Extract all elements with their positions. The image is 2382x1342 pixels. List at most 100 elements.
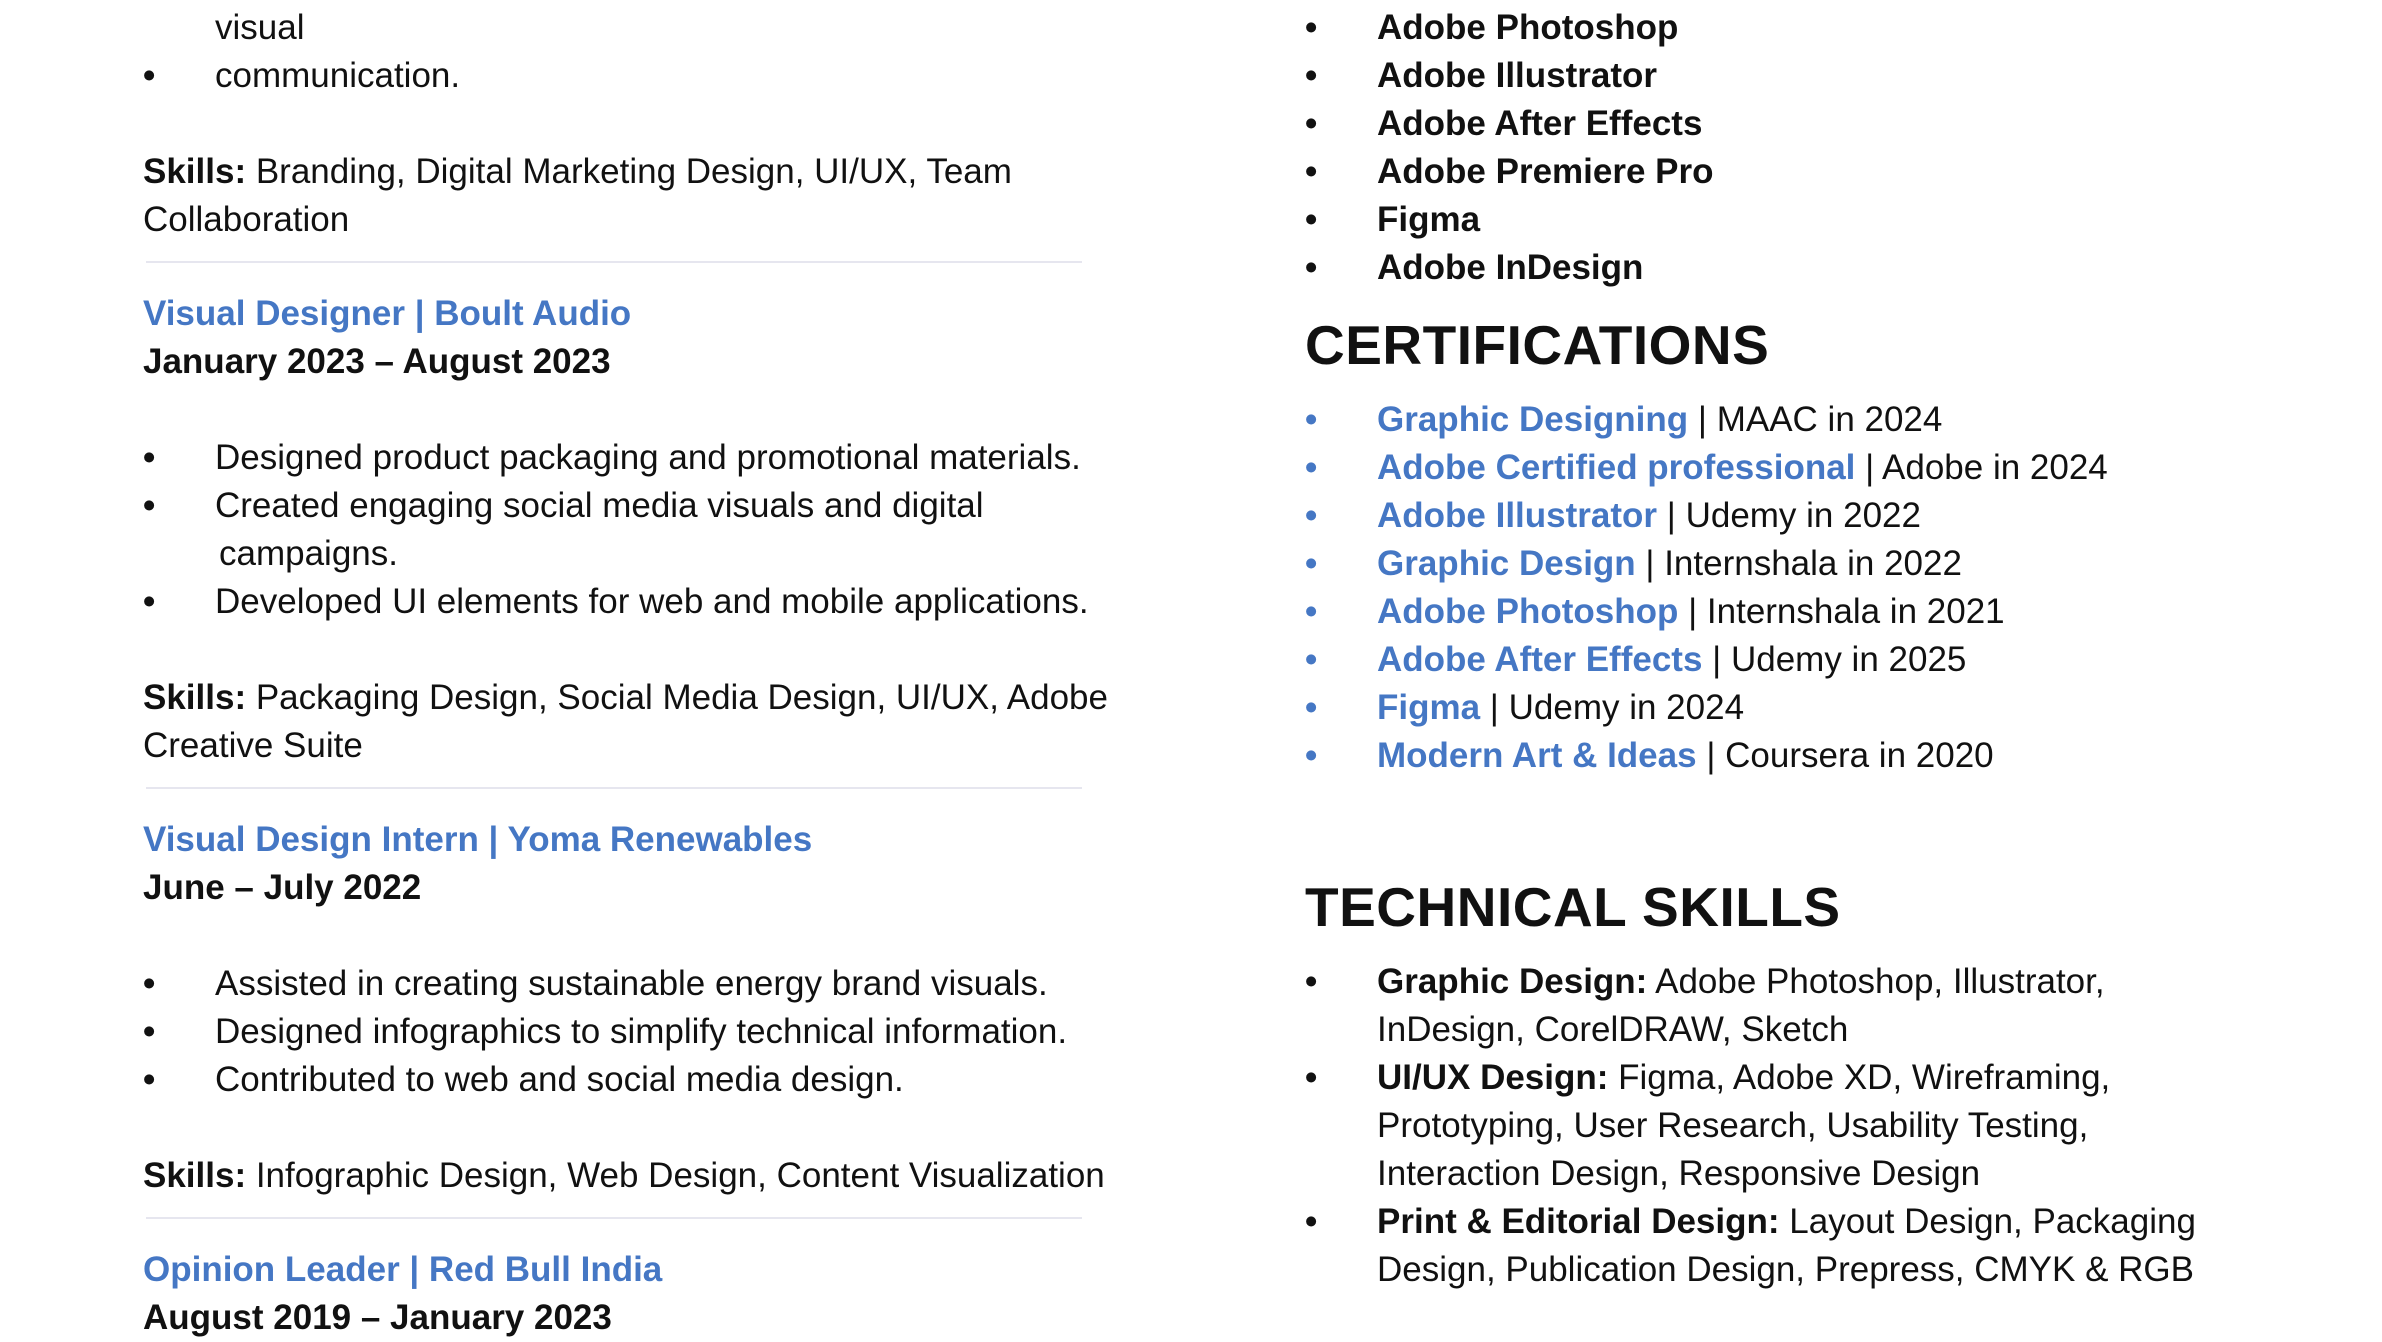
certification-detail: | Udemy in 2024	[1480, 688, 1745, 727]
bullet-icon: •	[1305, 248, 1318, 287]
divider	[146, 261, 1082, 263]
certification-link[interactable]: Adobe After Effects	[1377, 640, 1702, 679]
section-heading-technical-skills: TECHNICAL SKILLS	[1305, 876, 1841, 938]
bullet-text: communication.	[215, 56, 461, 95]
bullet-icon: •	[1305, 56, 1318, 95]
skills-line: Skills: Infographic Design, Web Design, …	[143, 1152, 1143, 1200]
software-name: Adobe After Effects	[1377, 104, 1703, 143]
bullet-continuation: visual	[215, 8, 305, 47]
bullet-text: Designed infographics to simplify techni…	[215, 1012, 1068, 1051]
bullet-item: • Contributed to web and social media des…	[143, 1056, 1143, 1104]
job-title: Visual Designer | Boult Audio	[143, 294, 632, 333]
bullet-text: Assisted in creating sustainable energy …	[215, 964, 1048, 1003]
certification-item: • Adobe Photoshop | Internshala in 2021	[1305, 588, 2265, 636]
certification-link[interactable]: Graphic Designing	[1377, 400, 1688, 439]
bullet-text: Contributed to web and social media desi…	[215, 1060, 904, 1099]
bullet-item: • Assisted in creating sustainable energy…	[143, 960, 1143, 1008]
technical-skill-item: • UI/UX Design: Figma, Adobe XD, Wirefram…	[1305, 1054, 2265, 1102]
technical-skills-list: • Graphic Design: Adobe Photoshop, Illust…	[1305, 958, 2265, 1294]
bullet-icon: •	[1305, 400, 1318, 439]
certification-item: • Graphic Designing | MAAC in 2024	[1305, 396, 2265, 444]
technical-skill-item: • Graphic Design: Adobe Photoshop, Illust…	[1305, 958, 2265, 1006]
divider	[146, 1217, 1082, 1219]
certification-item: • Adobe After Effects | Udemy in 2025	[1305, 636, 2265, 684]
bullet-icon: •	[1305, 200, 1318, 239]
skills-text: Infographic Design, Web Design, Content …	[246, 1156, 1105, 1195]
skill-text: Figma, Adobe XD, Wireframing,	[1608, 1058, 2111, 1097]
bullet-icon: •	[1305, 736, 1318, 775]
certification-link[interactable]: Graphic Design	[1377, 544, 1636, 583]
software-name: Adobe Illustrator	[1377, 56, 1658, 95]
experience-column: visual • communication. Skills: Branding,…	[143, 0, 1143, 1342]
software-item: • Adobe Photoshop	[1305, 4, 2265, 52]
bullet-icon: •	[143, 1060, 156, 1099]
certification-link[interactable]: Adobe Photoshop	[1377, 592, 1678, 631]
bullet-item: • communication.	[143, 52, 1143, 100]
skill-label: Print & Editorial Design:	[1377, 1202, 1780, 1241]
software-name: Adobe Premiere Pro	[1377, 152, 1714, 191]
certification-link[interactable]: Figma	[1377, 688, 1480, 727]
bullet-icon: •	[143, 56, 156, 95]
bullet-item: • Created engaging social media visuals a…	[143, 482, 1143, 530]
bullet-icon: •	[143, 964, 156, 1003]
bullet-item: • Designed product packaging and promotio…	[143, 434, 1143, 482]
skill-continuation: Prototyping, User Research, Usability Te…	[1377, 1106, 2089, 1145]
software-item: • Adobe InDesign	[1305, 244, 2265, 292]
software-item: • Adobe Illustrator	[1305, 52, 2265, 100]
certification-item: • Adobe Certified professional | Adobe in…	[1305, 444, 2265, 492]
bullet-icon: •	[143, 438, 156, 477]
bullet-item: • Developed UI elements for web and mobil…	[143, 578, 1143, 626]
skills-label: Skills:	[143, 1156, 247, 1195]
software-item: • Figma	[1305, 196, 2265, 244]
bullet-icon: •	[1305, 496, 1318, 535]
job-date: January 2023 – August 2023	[143, 342, 611, 381]
job-title: Opinion Leader | Red Bull India	[143, 1250, 663, 1289]
certification-detail: | Internshala in 2022	[1635, 544, 1962, 583]
certification-item: • Modern Art & Ideas | Coursera in 2020	[1305, 732, 2265, 780]
bullet-icon: •	[1305, 544, 1318, 583]
software-name: Figma	[1377, 200, 1481, 239]
skills-column: • Adobe Photoshop • Adobe Illustrator • Ado…	[1305, 0, 2265, 1294]
skills-label: Skills:	[143, 152, 247, 191]
software-item: • Adobe Premiere Pro	[1305, 148, 2265, 196]
software-item: • Adobe After Effects	[1305, 100, 2265, 148]
certification-detail: | Internshala in 2021	[1678, 592, 2005, 631]
bullet-icon: •	[1305, 8, 1318, 47]
bullet-icon: •	[1305, 688, 1318, 727]
skills-continuation: Creative Suite	[143, 726, 363, 765]
bullet-text: Created engaging social media visuals an…	[215, 486, 984, 525]
technical-skill-item: • Print & Editorial Design: Layout Design…	[1305, 1198, 2265, 1246]
certification-link[interactable]: Modern Art & Ideas	[1377, 736, 1697, 775]
certification-item: • Graphic Design | Internshala in 2022	[1305, 540, 2265, 588]
software-list: • Adobe Photoshop • Adobe Illustrator • Ado…	[1305, 4, 2265, 292]
bullet-icon: •	[143, 1012, 156, 1051]
skill-continuation: Interaction Design, Responsive Design	[1377, 1154, 1981, 1193]
skill-label: Graphic Design:	[1377, 962, 1648, 1001]
job-title: Visual Design Intern | Yoma Renewables	[143, 820, 813, 859]
certifications-list: • Graphic Designing | MAAC in 2024 • Adobe…	[1305, 396, 2265, 780]
bullet-icon: •	[1305, 104, 1318, 143]
skills-line: Skills: Branding, Digital Marketing Desi…	[143, 148, 1143, 196]
software-name: Adobe Photoshop	[1377, 8, 1679, 47]
software-name: Adobe InDesign	[1377, 248, 1644, 287]
skills-text: Packaging Design, Social Media Design, U…	[246, 678, 1108, 717]
skill-continuation: InDesign, CorelDRAW, Sketch	[1377, 1010, 1849, 1049]
divider	[146, 787, 1082, 789]
skill-text: Layout Design, Packaging	[1779, 1202, 2196, 1241]
certification-detail: | Udemy in 2025	[1702, 640, 1967, 679]
bullet-icon: •	[143, 582, 156, 621]
skill-continuation: Design, Publication Design, Prepress, CM…	[1377, 1250, 2194, 1289]
certification-item: • Figma | Udemy in 2024	[1305, 684, 2265, 732]
certification-detail: | Adobe in 2024	[1855, 448, 2108, 487]
bullet-icon: •	[1305, 1058, 1318, 1097]
bullet-icon: •	[1305, 152, 1318, 191]
certification-link[interactable]: Adobe Certified professional	[1377, 448, 1855, 487]
skills-label: Skills:	[143, 678, 247, 717]
certification-link[interactable]: Adobe Illustrator	[1377, 496, 1657, 535]
bullet-icon: •	[1305, 962, 1318, 1001]
bullet-item: • Designed infographics to simplify techn…	[143, 1008, 1143, 1056]
skill-label: UI/UX Design:	[1377, 1058, 1609, 1097]
certification-detail: | Coursera in 2020	[1696, 736, 1994, 775]
bullet-icon: •	[1305, 1202, 1318, 1241]
bullet-icon: •	[1305, 640, 1318, 679]
